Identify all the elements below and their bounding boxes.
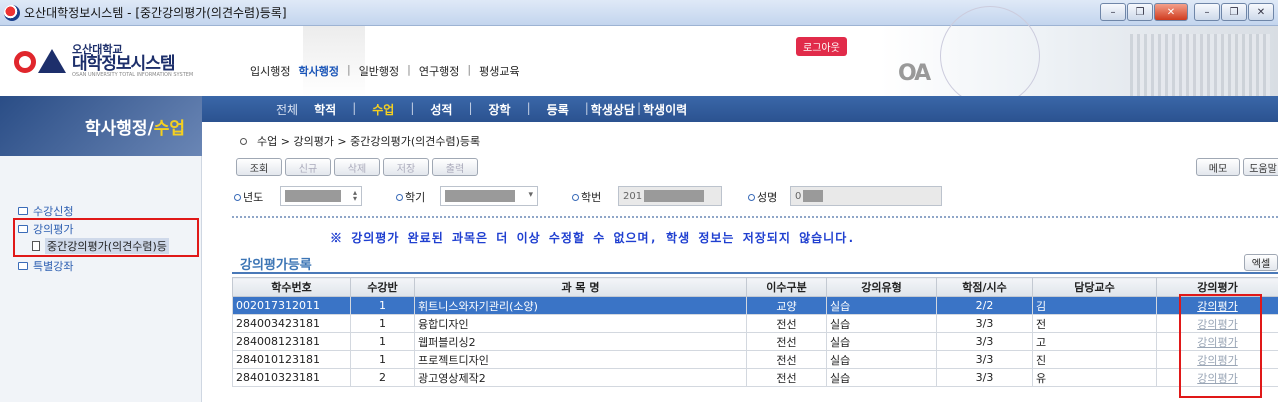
menu-scholarship[interactable]: 장학 (489, 101, 511, 118)
col-type[interactable]: 이수구분 (746, 277, 827, 297)
table-row[interactable]: 284003423181 1 융합디자인 전선 실습 3/3 전 강의평가 (232, 314, 1278, 333)
topnav-research[interactable]: 연구행정 (419, 63, 459, 79)
bullet-icon (748, 193, 755, 201)
divider (232, 216, 1278, 218)
help-button[interactable]: 도움말 (1243, 158, 1278, 176)
menu-grades[interactable]: 성적 (430, 101, 452, 118)
bullet-icon (396, 193, 403, 201)
menu-history[interactable]: 학생이력 (643, 101, 687, 118)
inner-minimize-button[interactable]: – (1194, 3, 1220, 21)
inner-close-button[interactable]: ✕ (1248, 3, 1274, 21)
search-button[interactable]: 조회 (236, 158, 282, 176)
building-image (1130, 34, 1270, 96)
year-input[interactable]: ▴ ▾ (280, 186, 362, 206)
restore-button[interactable]: ❐ (1127, 3, 1153, 21)
university-logo[interactable]: 오산대학교 대학정보시스템 OSAN UNIVERSITY TOTAL INFO… (14, 44, 193, 79)
sidebar-item-special[interactable]: 특별강좌 (18, 258, 73, 274)
col-class[interactable]: 수강반 (350, 277, 415, 297)
sidebar-title: 학사행정/수업 (85, 119, 186, 139)
logout-button[interactable]: 로그아웃 (796, 37, 847, 56)
main-menu: 전체 학적 | 수업 | 성적 | 장학 | 등록 | 학생상담 | 학생이력 (276, 101, 688, 118)
highlight-box (13, 218, 199, 257)
col-professor[interactable]: 담당교수 (1032, 277, 1157, 297)
excel-button[interactable]: 엑셀 (1244, 254, 1278, 271)
header: OA 오산대학교 대학정보시스템 OSAN UNIVERSITY TOTAL I… (0, 6, 1278, 106)
section-title: 강의평가등록 (240, 258, 312, 273)
folder-icon (18, 207, 28, 215)
highlight-box (1179, 294, 1262, 398)
circle-icon (240, 138, 247, 145)
logo-english: OSAN UNIVERSITY TOTAL INFORMATION SYSTEM (72, 72, 194, 79)
menu-registration[interactable]: 등록 (547, 101, 569, 118)
sidebar-item-enrollment[interactable]: 수강신청 (18, 203, 73, 219)
student-id-field[interactable]: 201 (618, 186, 722, 206)
table-header: 학수번호 수강반 과 목 명 이수구분 강의유형 학점/시수 담당교수 강의평가 (232, 277, 1278, 297)
spinner-icon[interactable]: ▴ ▾ (353, 189, 357, 203)
close-button[interactable]: ✕ (1154, 3, 1188, 21)
bullet-icon (572, 193, 579, 201)
search-form: 년도 ▴ ▾ 학기 ▾ 학번 201 성명 0 (232, 186, 1278, 208)
section-divider (232, 272, 1278, 274)
col-lecture-type[interactable]: 강의유형 (826, 277, 937, 297)
table-row[interactable]: 284008123181 1 웹퍼블리싱2 전선 실습 3/3 고 강의평가 (232, 332, 1278, 351)
top-nav: 입시행정 학사행정 | 일반행정 | 연구행정 | 평생교육 (250, 63, 520, 79)
evaluation-table: 학수번호 수강반 과 목 명 이수구분 강의유형 학점/시수 담당교수 강의평가… (232, 277, 1278, 387)
breadcrumb: 수업 > 강의평가 > 중간강의평가(의견수렴)등록 (240, 133, 480, 149)
chevron-down-icon[interactable]: ▾ (528, 190, 533, 200)
col-credit[interactable]: 학점/시수 (936, 277, 1033, 297)
topnav-academic[interactable]: 학사행정 (298, 63, 338, 79)
col-code[interactable]: 학수번호 (232, 277, 351, 297)
bullet-icon (234, 193, 241, 201)
menu-class[interactable]: 수업 (372, 101, 394, 118)
sidebar (0, 156, 202, 402)
table-row[interactable]: 284010123181 1 프로젝트디자인 전선 실습 3/3 진 강의평가 (232, 350, 1278, 369)
menu-all[interactable]: 전체 (276, 101, 298, 118)
oa-logo-icon (14, 47, 70, 75)
inner-restore-button[interactable]: ❐ (1221, 3, 1247, 21)
menu-records[interactable]: 학적 (314, 101, 336, 118)
header-oa-logo: OA (898, 61, 931, 86)
print-button[interactable]: 출력 (432, 158, 478, 176)
table-row[interactable]: 284010323181 2 광고영상제작2 전선 실습 3/3 유 강의평가 (232, 368, 1278, 387)
window-title: 오산대학정보시스템 - [중간강의평가(의견수렴)등록] (24, 6, 287, 20)
topnav-lifelong[interactable]: 평생교육 (479, 63, 519, 79)
logo-system-name: 대학정보시스템 (72, 53, 175, 74)
menu-counseling[interactable]: 학생상담 (591, 101, 635, 118)
table-row[interactable]: 002017312011 1 휘트니스와자기관리(소양) 교양 실습 2/2 김… (232, 296, 1278, 315)
minimize-button[interactable]: – (1100, 3, 1126, 21)
window-titlebar: 오산대학정보시스템 - [중간강의평가(의견수렴)등록] – ❐ ✕ – ❐ ✕ (0, 0, 1278, 26)
col-subject[interactable]: 과 목 명 (414, 277, 747, 297)
folder-icon (18, 262, 28, 270)
memo-button[interactable]: 메모 (1196, 158, 1240, 176)
notice-text: ※ 강의평가 완료된 과목은 더 이상 수정할 수 없으며, 학생 정보는 저장… (330, 231, 856, 245)
delete-button[interactable]: 삭제 (334, 158, 380, 176)
term-select[interactable]: ▾ (440, 186, 538, 206)
app-logo-icon (4, 4, 20, 21)
topnav-general[interactable]: 일반행정 (359, 63, 399, 79)
name-field[interactable]: 0 (790, 186, 942, 206)
topnav-admission[interactable]: 입시행정 (250, 63, 290, 79)
save-button[interactable]: 저장 (383, 158, 429, 176)
new-button[interactable]: 신규 (285, 158, 331, 176)
